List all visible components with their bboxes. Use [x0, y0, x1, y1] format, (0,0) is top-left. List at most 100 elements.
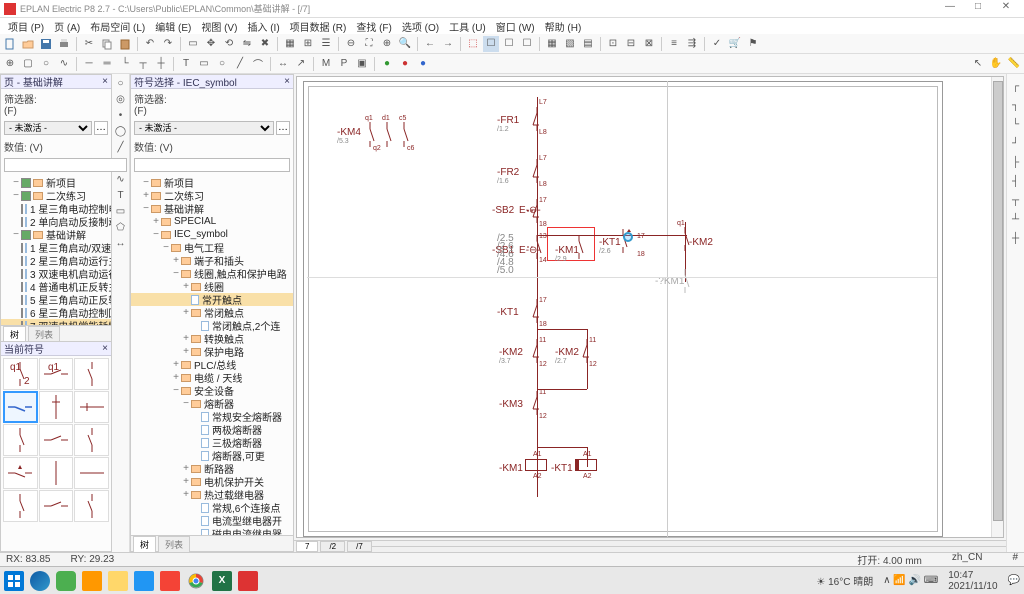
part-icon[interactable]: P	[336, 56, 352, 72]
start-button[interactable]	[4, 571, 24, 591]
device-kt1-nc[interactable]: -KT1	[497, 307, 519, 318]
taskbar-app3-icon[interactable]	[134, 571, 154, 591]
sym-tab-tree[interactable]: 树	[133, 536, 156, 552]
navigator-header[interactable]: 页 - 基础讲解 ×	[1, 75, 111, 89]
rtool-1-icon[interactable]: ┌	[1008, 78, 1024, 94]
symbol-variant-14[interactable]	[39, 490, 74, 522]
taskbar-chrome-icon[interactable]	[186, 571, 206, 591]
sym-filter-more-button[interactable]: …	[276, 121, 290, 135]
preview-header[interactable]: 当前符号 ×	[1, 342, 111, 356]
taskbar-edge-icon[interactable]	[30, 571, 50, 591]
menu-find[interactable]: 查找 (F)	[352, 18, 396, 35]
check-icon[interactable]: ✓	[709, 36, 725, 52]
filter-more-button[interactable]: …	[94, 121, 108, 135]
cart-icon[interactable]: 🛒	[727, 36, 743, 52]
symbol-header[interactable]: 符号选择 - IEC_symbol ×	[131, 75, 293, 89]
tree-item[interactable]: +SPECIAL	[131, 215, 293, 228]
text-icon[interactable]: T	[178, 56, 194, 72]
page-tab-3[interactable]: /7	[347, 541, 372, 552]
symbol-variant-6[interactable]	[74, 391, 109, 423]
rotate-icon[interactable]: ⟲	[221, 36, 237, 52]
taskbar-app1-icon[interactable]	[56, 571, 76, 591]
menu-options[interactable]: 选项 (O)	[398, 18, 443, 35]
plc-icon[interactable]: ▣	[354, 56, 370, 72]
symbol-tree[interactable]: −新项目+二次练习−基础讲解+SPECIAL−IEC_symbol−电气工程+端…	[131, 174, 293, 535]
device-fr2[interactable]: -FR2/1.6	[497, 167, 519, 185]
rtool-2-icon[interactable]: ┐	[1008, 97, 1024, 113]
rtool-8-icon[interactable]: ┴	[1008, 211, 1024, 227]
pan-icon[interactable]: ✋	[988, 56, 1004, 72]
vtool-target-icon[interactable]: ◎	[114, 92, 128, 106]
terminal-icon[interactable]: ○	[38, 56, 54, 72]
navigator-close-icon[interactable]: ×	[102, 76, 108, 87]
wire-icon[interactable]: ─	[81, 56, 97, 72]
symbol-variant-1[interactable]: q12	[3, 358, 38, 390]
taskbar-app2-icon[interactable]	[82, 571, 102, 591]
zoom-in-icon[interactable]: ⊕	[379, 36, 395, 52]
tray-weather[interactable]: ☀ 16°C 晴朗	[816, 573, 873, 588]
print-icon[interactable]	[56, 36, 72, 52]
cursor-icon[interactable]: ↖	[970, 56, 986, 72]
device-fr1[interactable]: -FR1/1.2	[497, 115, 519, 133]
mark2-icon[interactable]: ●	[397, 56, 413, 72]
zoom-out-icon[interactable]: ⊖	[343, 36, 359, 52]
mirror-icon[interactable]: ⇋	[239, 36, 255, 52]
device-km2-nc2[interactable]: -KM2/2.7	[555, 347, 579, 365]
new-icon[interactable]	[2, 36, 18, 52]
menu-projectdata[interactable]: 项目数据 (R)	[286, 18, 351, 35]
angle-icon[interactable]: └	[117, 56, 133, 72]
rtool-7-icon[interactable]: ┬	[1008, 192, 1024, 208]
menu-layout[interactable]: 布局空间 (L)	[86, 18, 149, 35]
sym-filter-select[interactable]: - 未激活 -	[134, 121, 274, 135]
delete-icon[interactable]: ✖	[257, 36, 273, 52]
circle-icon[interactable]: ○	[214, 56, 230, 72]
device-icon[interactable]: ▢	[20, 56, 36, 72]
drawing-canvas[interactable]: -KM4 /5.3 q1 q2 d1 c5 c6 L7 -FR1/1.2 L8 …	[296, 76, 1004, 538]
page-tab-1[interactable]: 7	[296, 541, 318, 552]
flag-icon[interactable]: ⚑	[745, 36, 761, 52]
mark3-icon[interactable]: ●	[415, 56, 431, 72]
align-icon[interactable]: ≡	[666, 36, 682, 52]
symbol-variant-10[interactable]	[3, 457, 38, 489]
open-icon[interactable]	[20, 36, 36, 52]
arc-icon[interactable]: ⌒	[250, 56, 266, 72]
zoom-window-icon[interactable]: 🔍	[397, 36, 413, 52]
tee-icon[interactable]: ┬	[135, 56, 151, 72]
taskbar-explorer-icon[interactable]	[108, 571, 128, 591]
tray-notifications-icon[interactable]: 💬	[1008, 575, 1020, 586]
tray-clock[interactable]: 10:472021/11/10	[948, 570, 997, 592]
menu-tools[interactable]: 工具 (U)	[445, 18, 490, 35]
snap-icon[interactable]: ⊞	[300, 36, 316, 52]
cable-icon[interactable]: ∿	[56, 56, 72, 72]
tool-c-icon[interactable]: ☐	[501, 36, 517, 52]
value-input[interactable]	[4, 158, 127, 172]
rtool-5-icon[interactable]: ├	[1008, 154, 1024, 170]
symbol-variant-4[interactable]	[3, 391, 38, 423]
undo-icon[interactable]: ↶	[142, 36, 158, 52]
tool-g-icon[interactable]: ▤	[580, 36, 596, 52]
vtool-dot-icon[interactable]: •	[114, 108, 128, 122]
tool-b-icon[interactable]: ☐	[483, 36, 499, 52]
menu-edit[interactable]: 编辑 (E)	[151, 18, 195, 35]
vtool-poly-icon[interactable]: ⬠	[114, 220, 128, 234]
macro-icon[interactable]: M	[318, 56, 334, 72]
rtool-4-icon[interactable]: ┘	[1008, 135, 1024, 151]
grid-icon[interactable]: ▦	[282, 36, 298, 52]
tray-icons[interactable]: ∧ 📶 🔊 ⌨	[883, 575, 938, 586]
move-icon[interactable]: ✥	[203, 36, 219, 52]
menu-insert[interactable]: 插入 (I)	[243, 18, 283, 35]
menu-help[interactable]: 帮助 (H)	[541, 18, 586, 35]
vtool-text-icon[interactable]: T	[114, 188, 128, 202]
page-tab-2[interactable]: /2	[320, 541, 345, 552]
tool-e-icon[interactable]: ▦	[544, 36, 560, 52]
cross-icon[interactable]: ┼	[153, 56, 169, 72]
tool-f-icon[interactable]: ▧	[562, 36, 578, 52]
menu-window[interactable]: 窗口 (W)	[492, 18, 539, 35]
symbol-icon[interactable]: ⊕	[2, 56, 18, 72]
symbol-variant-13[interactable]	[3, 490, 38, 522]
device-km3[interactable]: -KM3	[499, 399, 523, 410]
device-km2-r[interactable]: -KM2	[689, 237, 713, 248]
rtool-6-icon[interactable]: ┤	[1008, 173, 1024, 189]
sym-value-input[interactable]	[134, 158, 290, 172]
mark1-icon[interactable]: ●	[379, 56, 395, 72]
